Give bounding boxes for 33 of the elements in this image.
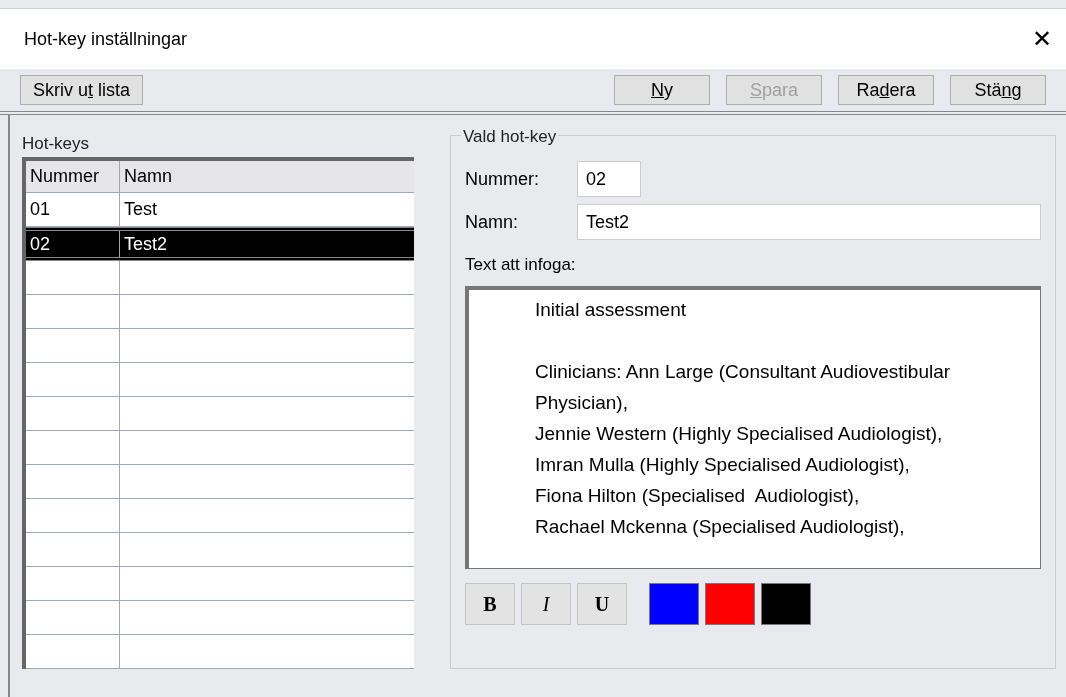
toolbar-button[interactable]: Radera	[838, 75, 934, 106]
toolbar-button[interactable]: Ny	[614, 75, 710, 106]
window-title: Hot-key inställningar	[24, 27, 188, 51]
number-field[interactable]: 02	[577, 161, 641, 197]
text-line: Jennie Western (Highly Specialised Audiologist),	[535, 421, 944, 446]
color-swatch[interactable]	[705, 582, 755, 625]
name-field[interactable]: Test2	[577, 204, 1041, 240]
column-header[interactable]: Nummer	[26, 161, 120, 192]
toolbar-button[interactable]: Stäng	[950, 75, 1046, 106]
text-editor[interactable]	[465, 285, 1041, 569]
table-cell-text: Test2	[124, 232, 168, 256]
text-line: Imran Mulla (Highly Specialised Audiologist),	[535, 452, 911, 477]
table-cell-text: 02	[30, 232, 51, 256]
color-swatch[interactable]	[761, 582, 811, 625]
toolbar-button[interactable]: Skriv ut lista	[20, 75, 144, 106]
column-header[interactable]: Namn	[120, 161, 414, 192]
format-button[interactable]: I	[521, 582, 571, 625]
table-cell-text: 01	[30, 198, 51, 221]
close-button[interactable]: ✕	[1032, 27, 1052, 52]
field-label: Text att infoga:	[465, 254, 577, 276]
text-line: Fiona Hilton (Specialised Audiologist),	[535, 483, 861, 508]
text-line: Initial assessment	[535, 297, 687, 322]
table-row[interactable]: 02 Test2	[26, 227, 414, 261]
format-button[interactable]: B	[465, 582, 515, 625]
text-line: Rachael Mckenna (Specialised Audiologist),	[535, 514, 906, 539]
field-label: Nummer:	[465, 167, 540, 191]
color-swatch[interactable]	[649, 582, 699, 625]
section-label: Hot-keys	[22, 133, 91, 155]
text-line: Clinicians: Ann Large (Consultant Audiovestibular Physician),	[535, 359, 952, 415]
format-button[interactable]: U	[577, 582, 627, 625]
table-row[interactable]: 01 Test	[26, 193, 414, 227]
field-label: Namn:	[465, 210, 519, 234]
table-cell-text: Test	[124, 198, 157, 221]
